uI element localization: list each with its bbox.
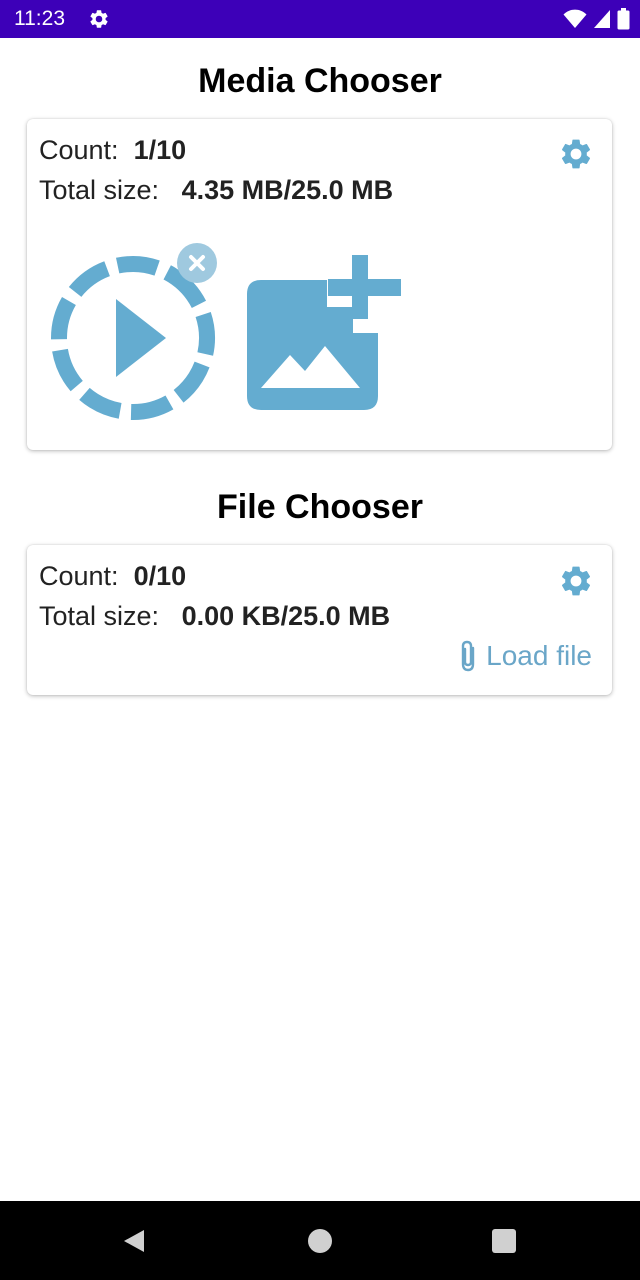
status-time: 11:23 <box>14 7 65 30</box>
settings-icon <box>90 10 108 28</box>
file-size-label: Total size: <box>39 601 160 631</box>
status-icons <box>563 8 630 30</box>
file-count-row: Count: 0/10 <box>39 561 186 592</box>
load-file-button[interactable]: Load file <box>458 639 592 673</box>
media-count-row: Count: 1/10 <box>39 135 186 166</box>
add-image-icon[interactable] <box>243 251 405 413</box>
media-size-row: Total size: 4.35 MB/25.0 MB <box>39 175 393 206</box>
home-icon[interactable] <box>307 1228 333 1254</box>
file-size-value: 0.00 KB/25.0 MB <box>181 601 391 631</box>
file-chooser-title: File Chooser <box>217 488 423 526</box>
media-size-label: Total size: <box>39 175 160 205</box>
close-icon <box>189 255 205 271</box>
file-count-value: 0/10 <box>133 561 187 591</box>
battery-icon <box>617 8 630 30</box>
media-chooser-card: Count: 1/10 Total size: 4.35 MB/25.0 MB <box>27 119 612 450</box>
load-file-label: Load file <box>486 640 592 671</box>
file-size-row: Total size: 0.00 KB/25.0 MB <box>39 601 390 632</box>
file-count-label: Count: <box>39 561 119 591</box>
signal-icon <box>594 10 610 28</box>
paperclip-icon <box>461 640 475 672</box>
media-settings-gear-icon[interactable] <box>558 136 594 172</box>
navigation-bar <box>0 1201 640 1280</box>
recents-icon[interactable] <box>491 1228 517 1254</box>
status-bar: 11:23 <box>0 0 640 38</box>
wifi-icon <box>563 9 587 28</box>
remove-media-button[interactable] <box>177 243 217 283</box>
media-count-value: 1/10 <box>133 135 187 165</box>
media-count-label: Count: <box>39 135 119 165</box>
media-size-value: 4.35 MB/25.0 MB <box>181 175 394 205</box>
file-settings-gear-icon[interactable] <box>558 563 594 599</box>
media-chooser-title: Media Chooser <box>198 62 442 100</box>
file-chooser-card: Count: 0/10 Total size: 0.00 KB/25.0 MB … <box>27 545 612 695</box>
back-icon[interactable] <box>121 1228 147 1254</box>
